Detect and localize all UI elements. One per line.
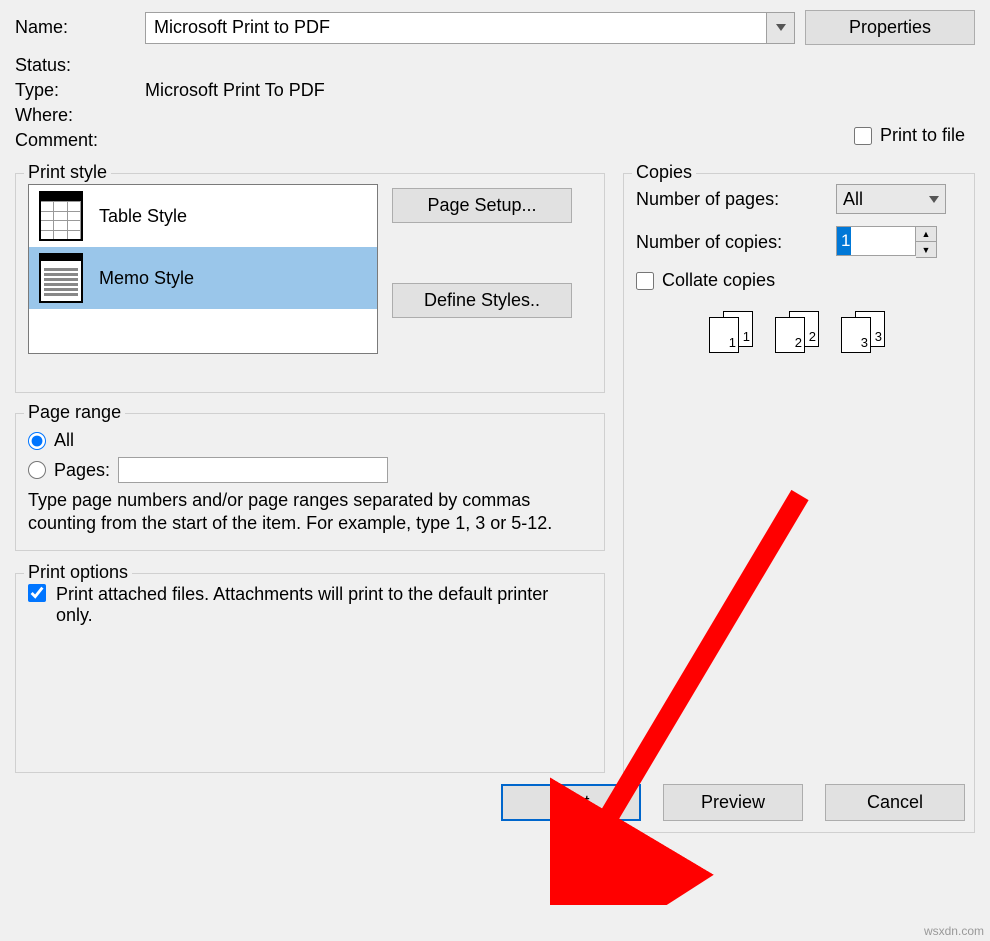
num-pages-select[interactable]: All (836, 184, 946, 214)
collate-label: Collate copies (662, 270, 775, 291)
page-range-pages-radio[interactable] (28, 461, 46, 479)
type-label: Type: (15, 80, 135, 101)
table-style-icon (39, 191, 83, 241)
page-range-legend: Page range (24, 402, 125, 423)
chevron-down-icon[interactable] (766, 13, 794, 43)
page-setup-button[interactable]: Page Setup... (392, 188, 572, 223)
style-item-memo[interactable]: Memo Style (29, 247, 377, 309)
page-range-all-label: All (54, 430, 74, 451)
style-item-label: Memo Style (99, 268, 194, 289)
comment-value (145, 130, 975, 151)
page-range-all-radio[interactable] (28, 432, 46, 450)
status-label: Status: (15, 55, 135, 76)
print-attached-checkbox[interactable] (28, 584, 46, 602)
print-to-file-label: Print to file (880, 125, 965, 146)
page-range-group: Page range All Pages: Type page numbers … (15, 413, 605, 551)
spin-up-icon[interactable]: ▲ (916, 227, 936, 242)
num-copies-input[interactable] (836, 226, 916, 256)
name-label: Name: (15, 17, 135, 38)
num-copies-spinner[interactable]: ▲ ▼ (836, 226, 937, 258)
cancel-button[interactable]: Cancel (825, 784, 965, 821)
page-range-pages-label: Pages: (54, 460, 110, 481)
style-item-label: Table Style (99, 206, 187, 227)
print-style-list[interactable]: Table Style Memo Style (28, 184, 378, 354)
pages-input[interactable] (118, 457, 388, 483)
comment-label: Comment: (15, 130, 135, 151)
num-pages-value: All (843, 189, 863, 210)
print-options-group: Print options Print attached files. Atta… (15, 573, 605, 773)
spin-down-icon[interactable]: ▼ (916, 242, 936, 257)
collate-illustration: 11 22 33 (636, 311, 962, 353)
chevron-down-icon (929, 196, 939, 203)
define-styles-button[interactable]: Define Styles.. (392, 283, 572, 318)
print-dialog: Name: Microsoft Print to PDF Properties … (0, 0, 990, 843)
print-button[interactable]: Print (501, 784, 641, 821)
print-options-legend: Print options (24, 562, 132, 583)
num-pages-label: Number of pages: (636, 189, 826, 210)
page-range-help: Type page numbers and/or page ranges sep… (28, 489, 592, 536)
copies-legend: Copies (632, 162, 696, 183)
printer-name-combo[interactable]: Microsoft Print to PDF (145, 12, 795, 44)
copies-group: Copies Number of pages: All Number of co… (623, 173, 975, 833)
printer-name-value: Microsoft Print to PDF (146, 17, 766, 38)
print-style-legend: Print style (24, 162, 111, 183)
preview-button[interactable]: Preview (663, 784, 803, 821)
memo-style-icon (39, 253, 83, 303)
watermark: wsxdn.com (924, 924, 984, 938)
style-item-table[interactable]: Table Style (29, 185, 377, 247)
type-value: Microsoft Print To PDF (145, 80, 975, 101)
where-value (145, 105, 975, 126)
properties-button[interactable]: Properties (805, 10, 975, 45)
where-label: Where: (15, 105, 135, 126)
collate-checkbox[interactable] (636, 272, 654, 290)
print-style-group: Print style Table Style (15, 173, 605, 393)
print-attached-label: Print attached files. Attachments will p… (56, 584, 556, 626)
num-copies-label: Number of copies: (636, 232, 826, 253)
status-value (145, 55, 975, 76)
print-to-file-checkbox[interactable] (854, 127, 872, 145)
